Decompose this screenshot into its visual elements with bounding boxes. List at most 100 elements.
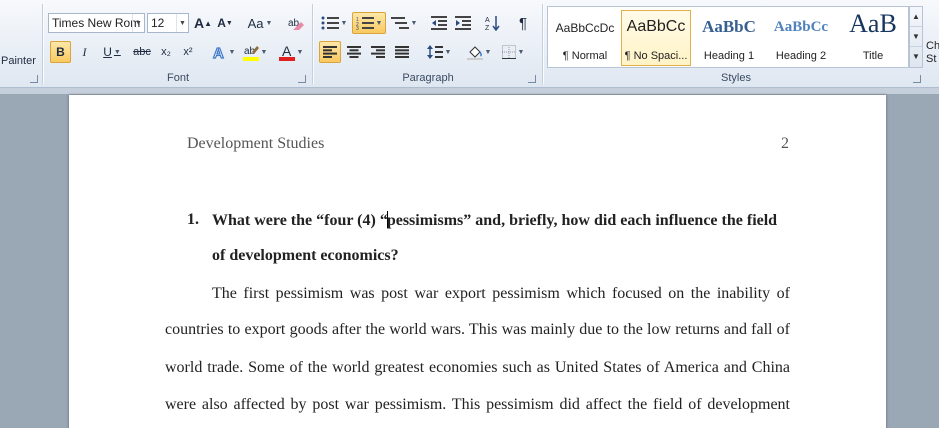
sort-button[interactable]: AZ <box>482 12 504 34</box>
change-case-button[interactable]: Aa ▼ <box>245 12 275 34</box>
change-styles-button[interactable]: Ch St <box>926 40 939 66</box>
superscript-icon: x² <box>183 46 193 58</box>
multilevel-list-icon <box>390 17 409 29</box>
paragraph-group-label: Paragraph <box>402 72 454 84</box>
style-heading-1[interactable]: AaBbC Heading 1 <box>694 10 764 66</box>
borders-button[interactable]: ▼ <box>497 41 529 63</box>
style-normal[interactable]: AaBbCcDc ¶ Normal <box>550 10 620 66</box>
font-size-combo[interactable]: 12 ▼ <box>147 13 189 33</box>
underline-button[interactable]: U ▼ <box>97 41 127 63</box>
question-number: 1. <box>187 211 199 228</box>
chevron-down-icon[interactable]: ▼ <box>176 14 188 32</box>
styles-gallery: AaBbCcDc ¶ Normal AaBbCc ¶ No Spaci... A… <box>547 6 909 68</box>
clipboard-launcher-icon[interactable] <box>30 75 38 83</box>
align-right-button[interactable] <box>367 41 389 63</box>
numbering-icon: 123 <box>356 17 374 30</box>
numbering-button[interactable]: 1 2 3 ▼ <box>352 12 386 34</box>
ribbon: Painter Times New Rom ▼ 12 ▼ A ▲ A ▼ Aa ▼ a… <box>0 0 939 88</box>
underline-icon: U <box>103 45 112 59</box>
bullets-button[interactable]: ▼ <box>318 12 350 34</box>
style-sample: AaBbC <box>702 17 756 36</box>
italic-button[interactable]: I <box>74 41 95 63</box>
ruler-strip <box>0 88 939 94</box>
align-right-icon <box>371 46 385 58</box>
styles-group-label: Styles <box>721 72 751 84</box>
shrink-font-button[interactable]: A ▼ <box>215 12 235 34</box>
align-center-icon <box>347 46 361 58</box>
bold-icon: B <box>56 45 65 59</box>
page-header-title: Development Studies <box>187 135 325 152</box>
line-spacing-button[interactable]: ▼ <box>423 41 455 63</box>
svg-text:A: A <box>282 43 292 59</box>
show-formatting-button[interactable]: ¶ <box>512 12 534 34</box>
style-name: Title <box>862 50 884 62</box>
grow-font-icon: A <box>193 15 205 31</box>
body-line: The first pessimism was post war export … <box>212 285 790 302</box>
align-center-button[interactable] <box>343 41 365 63</box>
increase-indent-icon <box>455 16 471 30</box>
subscript-button[interactable]: x₂ <box>156 41 176 63</box>
page-number: 2 <box>781 135 789 152</box>
decrease-indent-button[interactable] <box>428 12 450 34</box>
font-color-button[interactable]: A ▼ <box>276 41 306 63</box>
more-styles-icon[interactable]: ▼ <box>910 47 922 67</box>
svg-text:A: A <box>213 45 224 60</box>
format-painter-label: Painter <box>1 55 36 67</box>
justify-button[interactable] <box>391 41 413 63</box>
change-styles-label: Ch <box>926 40 939 52</box>
styles-gallery-scrollbar[interactable]: ▲ ▼ ▼ <box>909 6 923 68</box>
question-line-1: What were the “four (4) “pessimisms” and… <box>212 211 777 230</box>
font-name-combo[interactable]: Times New Rom ▼ <box>48 13 145 33</box>
text-effects-icon: A <box>212 44 224 60</box>
style-title[interactable]: AaB Title <box>838 9 908 66</box>
shrink-font-icon: A <box>217 16 226 30</box>
svg-text:3: 3 <box>356 26 359 30</box>
justify-icon <box>395 46 409 58</box>
paragraph-launcher-icon[interactable] <box>528 75 536 83</box>
font-launcher-icon[interactable] <box>298 75 306 83</box>
increase-indent-button[interactable] <box>452 12 474 34</box>
svg-text:A: A <box>485 17 490 24</box>
group-separator <box>42 4 43 84</box>
document-page[interactable]: Development Studies 2 1. What were the “… <box>69 95 886 428</box>
style-name: ¶ Normal <box>562 50 608 62</box>
subscript-icon: x₂ <box>161 46 171 58</box>
align-left-button[interactable] <box>319 41 341 63</box>
clear-formatting-button[interactable]: ab <box>285 12 307 34</box>
font-color-icon: A <box>278 43 295 61</box>
borders-icon <box>501 45 516 59</box>
style-name: Heading 1 <box>703 50 755 62</box>
shading-button[interactable]: ▼ <box>463 41 495 63</box>
style-sample: AaBbCc <box>626 18 686 35</box>
line-spacing-icon <box>426 45 443 59</box>
style-no-spacing[interactable]: AaBbCc ¶ No Spaci... <box>621 10 691 66</box>
group-separator <box>542 4 543 84</box>
chevron-down-icon[interactable]: ▼ <box>132 14 144 32</box>
style-name: ¶ No Spaci... <box>624 50 688 62</box>
highlight-color-button[interactable]: ab ▼ <box>240 41 270 63</box>
italic-icon: I <box>82 44 87 59</box>
highlighter-icon: ab <box>242 46 259 61</box>
font-size-value: 12 <box>151 16 165 30</box>
format-painter-button[interactable]: Painter <box>0 50 40 72</box>
decrease-indent-icon <box>431 16 447 30</box>
style-sample: AaB <box>849 9 897 38</box>
style-sample: AaBbCc <box>773 19 829 35</box>
superscript-button[interactable]: x² <box>178 41 198 63</box>
strikethrough-icon: abc <box>133 46 151 58</box>
group-separator <box>312 4 313 84</box>
clear-formatting-icon: ab <box>288 18 304 30</box>
chevron-down-icon[interactable]: ▼ <box>910 27 922 47</box>
body-line: countries to export goods after the worl… <box>165 321 790 338</box>
chevron-up-icon[interactable]: ▲ <box>910 7 922 27</box>
bold-button[interactable]: B <box>50 41 71 63</box>
styles-launcher-icon[interactable] <box>913 75 921 83</box>
grow-font-button[interactable]: A ▲ <box>193 12 213 34</box>
question-text-part: pessimisms” and, briefly, how did each i… <box>386 212 778 229</box>
strikethrough-button[interactable]: abc <box>131 41 153 63</box>
font-name-value: Times New Rom <box>52 16 141 30</box>
text-effects-button[interactable]: A ▼ <box>208 41 238 63</box>
bullets-icon <box>321 16 339 30</box>
multilevel-list-button[interactable]: ▼ <box>388 12 420 34</box>
style-heading-2[interactable]: AaBbCc Heading 2 <box>766 10 836 66</box>
